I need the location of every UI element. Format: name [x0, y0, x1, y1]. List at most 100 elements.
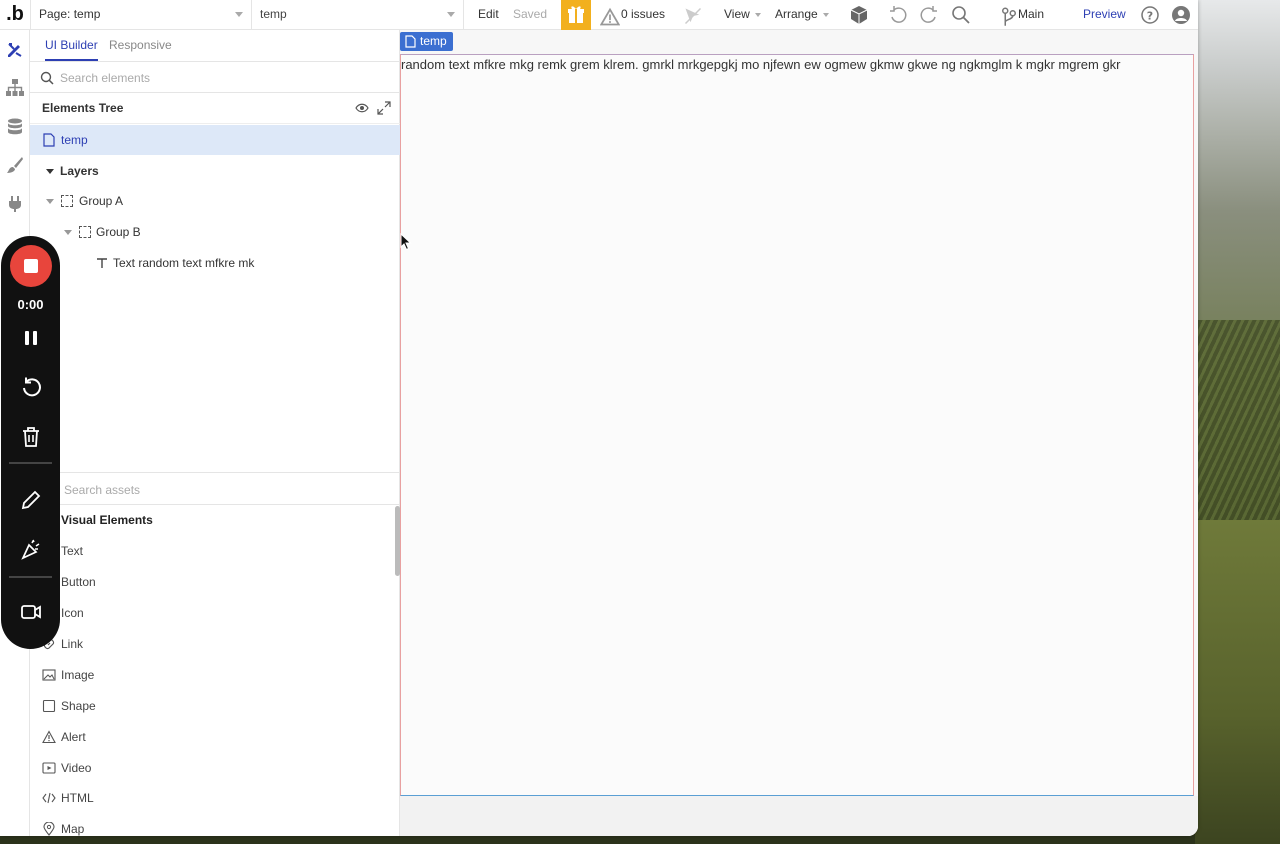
element-dropdown[interactable]: temp	[252, 0, 464, 30]
tree-item-text[interactable]: Text random text mfkre mk	[30, 248, 400, 278]
tab-ui-builder[interactable]: UI Builder	[45, 30, 98, 61]
asset-icon[interactable]: Icon	[30, 598, 390, 628]
collapse-triangle-icon[interactable]	[46, 199, 54, 204]
asset-shape[interactable]: Shape	[30, 691, 390, 721]
map-pin-icon	[43, 822, 55, 836]
arrange-menu-label: Arrange	[775, 7, 818, 21]
branch-selector[interactable]: Main	[1018, 0, 1044, 30]
app-logo[interactable]: .b	[0, 0, 30, 30]
search-assets-input[interactable]	[64, 481, 364, 499]
asset-text[interactable]: Text	[30, 536, 390, 566]
restart-icon[interactable]	[20, 376, 42, 398]
recorder-divider	[9, 576, 52, 578]
tree-item-group-a[interactable]: Group A	[30, 186, 400, 216]
page-icon	[43, 133, 55, 147]
screen-recorder-toolbar: 0:00	[1, 236, 60, 649]
asset-alert[interactable]: Alert	[30, 722, 390, 752]
gift-icon	[568, 6, 584, 23]
asset-html[interactable]: HTML	[30, 783, 390, 813]
panel-tabs: UI Builder Responsive	[30, 30, 399, 61]
asset-label: Map	[61, 822, 85, 836]
eye-icon[interactable]	[355, 101, 369, 115]
tree-item-layers[interactable]: Layers	[30, 156, 400, 186]
tab-responsive[interactable]: Responsive	[109, 30, 172, 61]
edit-menu[interactable]: Edit	[478, 0, 499, 30]
styles-brush-icon[interactable]	[5, 155, 25, 175]
asset-label: Video	[61, 761, 92, 775]
database-icon[interactable]	[5, 117, 25, 137]
video-icon	[42, 762, 56, 774]
arrange-menu[interactable]: Arrange	[775, 0, 829, 30]
chevron-down-icon	[447, 12, 455, 17]
search-elements-input[interactable]	[60, 69, 380, 87]
issues-count[interactable]: 0 issues	[621, 0, 665, 30]
view-menu[interactable]: View	[724, 0, 761, 30]
elements-tree-header: Elements Tree	[30, 93, 400, 124]
canvas-footer-area	[400, 796, 1198, 836]
account-icon[interactable]	[1171, 5, 1191, 25]
redo-icon[interactable]	[919, 5, 939, 25]
chevron-down-icon	[754, 12, 761, 17]
recorder-divider	[9, 462, 52, 464]
page-dropdown[interactable]: Page: temp	[30, 0, 252, 30]
top-toolbar: .b Page: temp temp Edit Saved 0 issues V…	[0, 0, 1198, 30]
tree-item-label: Group A	[79, 194, 124, 208]
asset-label: Shape	[61, 699, 96, 713]
group-icon	[79, 226, 91, 238]
elements-tree-title: Elements Tree	[42, 101, 124, 115]
view-menu-label: View	[724, 7, 750, 21]
page-badge[interactable]: temp	[400, 32, 453, 51]
undo-icon[interactable]	[888, 5, 908, 25]
editor-canvas[interactable]: temp random text mfkre mkg remk grem klr…	[400, 30, 1198, 836]
search-icon[interactable]	[951, 5, 971, 25]
help-icon[interactable]: ?	[1140, 5, 1160, 25]
pause-icon[interactable]	[20, 327, 42, 349]
page-badge-label: temp	[420, 34, 447, 48]
inspect-cursor-icon[interactable]	[683, 6, 703, 26]
pen-draw-icon[interactable]	[20, 489, 42, 511]
plugin-box-icon[interactable]	[849, 5, 869, 25]
camera-icon[interactable]	[20, 601, 42, 623]
app-window: .b Page: temp temp Edit Saved 0 issues V…	[0, 0, 1198, 836]
trash-icon[interactable]	[20, 426, 42, 448]
tree-item-page[interactable]: temp	[30, 125, 400, 155]
design-tools-icon[interactable]	[5, 40, 25, 60]
visual-elements-category[interactable]: Visual Elements	[61, 513, 153, 527]
hillside-scenery	[1195, 520, 1280, 844]
mouse-cursor-icon	[400, 233, 412, 251]
code-icon	[42, 792, 56, 804]
collapse-triangle-icon[interactable]	[64, 230, 72, 235]
tree-item-label: temp	[61, 133, 88, 147]
preview-button[interactable]: Preview	[1083, 0, 1126, 30]
saved-status: Saved	[513, 7, 548, 21]
image-icon	[42, 669, 56, 681]
vineyard-scenery	[1195, 320, 1280, 520]
element-dropdown-label: temp	[260, 7, 287, 21]
stop-recording-button[interactable]	[10, 245, 52, 287]
asset-map[interactable]: Map	[30, 814, 390, 836]
asset-label: Text	[61, 544, 84, 558]
chevron-down-icon	[235, 12, 243, 17]
search-icon	[40, 71, 54, 85]
asset-button[interactable]: Button	[30, 567, 390, 597]
gift-button[interactable]	[561, 0, 591, 30]
asset-link[interactable]: Link	[30, 629, 390, 659]
tree-item-label: Text random text mfkre mk	[113, 256, 255, 270]
page-dropdown-label: Page: temp	[39, 7, 101, 21]
collapse-triangle-icon[interactable]	[46, 169, 54, 174]
asset-video[interactable]: Video	[30, 753, 390, 783]
workflow-icon[interactable]	[5, 78, 25, 98]
asset-label: Alert	[61, 730, 86, 744]
asset-image[interactable]: Image	[30, 660, 390, 690]
expand-icon[interactable]	[377, 101, 391, 115]
group-icon	[61, 195, 73, 207]
plugins-plug-icon[interactable]	[5, 194, 25, 214]
asset-label: Image	[61, 668, 95, 682]
page-frame[interactable]: random text mfkre mkg remk grem klrem. g…	[400, 54, 1194, 796]
tree-item-group-b[interactable]: Group B	[30, 217, 400, 247]
canvas-text-element[interactable]: random text mfkre mkg remk grem klrem. g…	[401, 57, 1195, 72]
recording-timer: 0:00	[17, 297, 44, 312]
text-type-icon	[97, 258, 107, 268]
alert-triangle-icon	[42, 730, 56, 744]
effects-icon[interactable]	[20, 539, 42, 561]
